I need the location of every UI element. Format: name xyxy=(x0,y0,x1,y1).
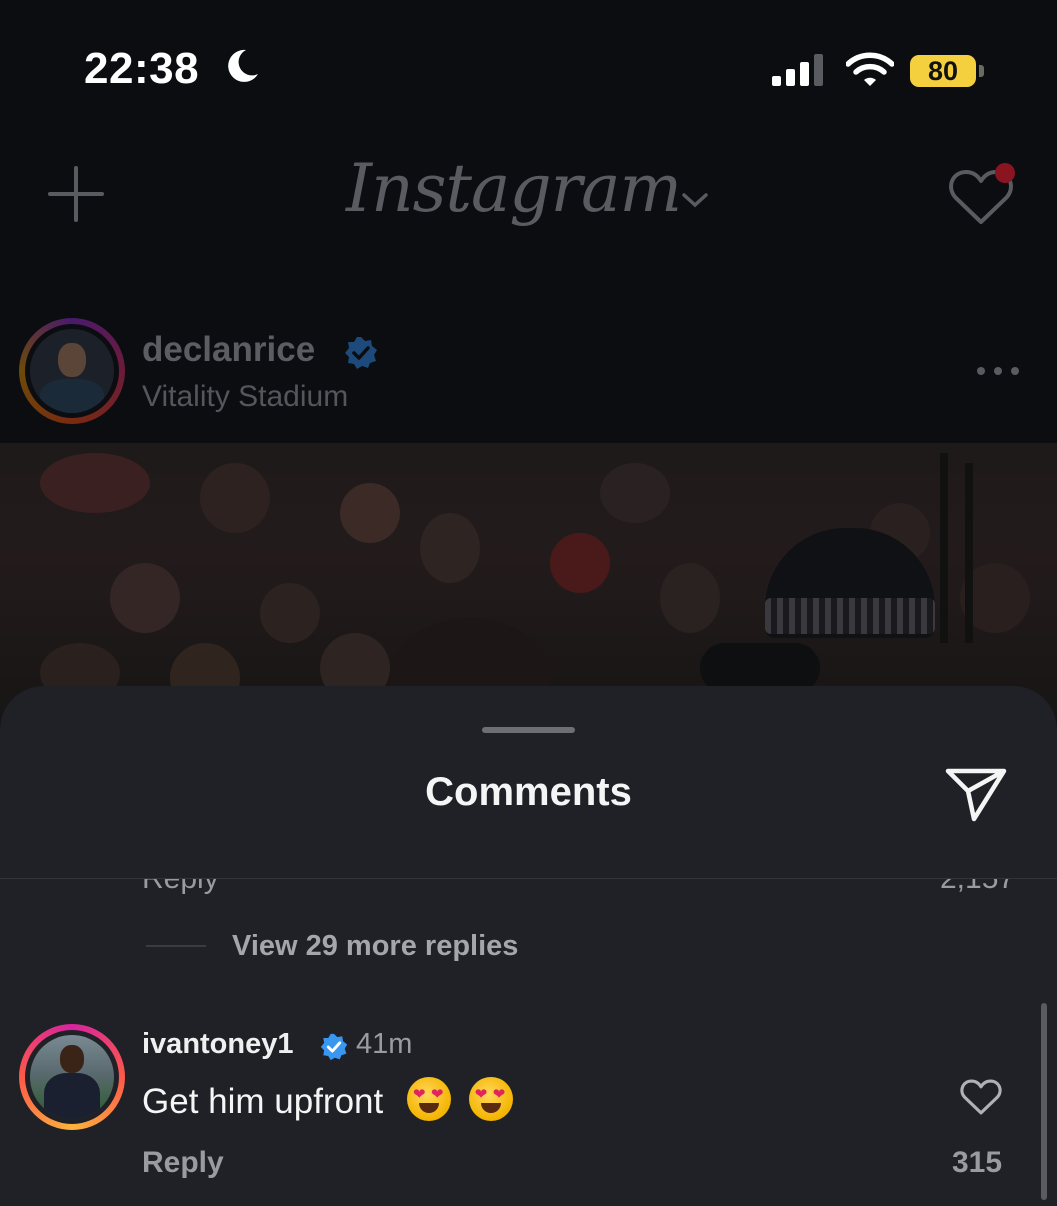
notification-dot xyxy=(995,163,1015,183)
view-more-replies-button[interactable]: View 29 more replies xyxy=(232,930,518,963)
reply-button[interactable]: Reply xyxy=(142,1146,224,1180)
more-icon[interactable] xyxy=(976,366,1020,376)
moon-icon xyxy=(228,49,258,82)
verified-icon xyxy=(345,337,377,369)
signal-icon xyxy=(772,54,823,86)
replies-line xyxy=(146,945,206,947)
comment-body: Get him upfront xyxy=(142,1082,384,1121)
comment-time: 41m xyxy=(356,1028,413,1060)
heart-icon[interactable] xyxy=(960,1078,1002,1116)
battery-icon: 80 xyxy=(910,55,976,87)
sheet-header-divider xyxy=(0,878,1057,879)
heart-eyes-emoji: ❤ ❤ xyxy=(406,1077,451,1121)
comment-username[interactable]: ivantoney1 xyxy=(142,1028,294,1061)
avatar[interactable] xyxy=(30,329,114,413)
post-photo[interactable] xyxy=(0,443,1057,723)
battery-tip xyxy=(979,65,984,77)
drag-handle[interactable] xyxy=(482,727,575,733)
like-count: 315 xyxy=(952,1146,1003,1179)
comment-avatar[interactable] xyxy=(30,1035,114,1119)
heart-eyes-emoji: ❤ ❤ xyxy=(468,1077,513,1121)
instagram-logo[interactable]: Instagram xyxy=(346,150,682,227)
post-location[interactable]: Vitality Stadium xyxy=(142,380,348,414)
wifi-icon xyxy=(846,52,894,86)
verified-icon xyxy=(320,1033,348,1061)
send-icon[interactable] xyxy=(944,765,1008,823)
sheet-title: Comments xyxy=(425,770,632,814)
comment-text: Get him upfront ❤ ❤ ❤ ❤ xyxy=(142,1077,513,1122)
plus-icon[interactable] xyxy=(48,166,104,222)
chevron-down-icon[interactable] xyxy=(680,190,710,210)
scrollbar[interactable] xyxy=(1041,1003,1047,1200)
status-time: 22:38 xyxy=(84,44,200,93)
post-username[interactable]: declanrice xyxy=(142,330,315,370)
